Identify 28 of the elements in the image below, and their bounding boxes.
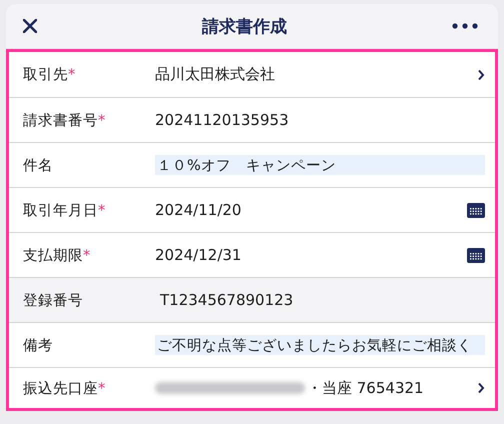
close-icon[interactable]	[23, 19, 37, 33]
calendar-icon[interactable]	[467, 202, 485, 218]
field-label: 取引先*	[23, 66, 76, 84]
field-value: 2024/12/31	[155, 246, 242, 264]
field-label: 取引年月日*	[23, 202, 106, 220]
calendar-icon[interactable]	[467, 248, 485, 262]
chevron-icon[interactable]	[477, 382, 485, 394]
more-icon[interactable]	[452, 23, 478, 29]
chevron-icon[interactable]	[477, 68, 485, 80]
input-field[interactable]: １０%オフ キャンペーン	[155, 155, 485, 175]
field-label: 請求書番号*	[23, 112, 106, 130]
field-value: 20241120135953	[155, 111, 289, 129]
required-mark: *	[98, 380, 106, 396]
field-label: 支払期限*	[23, 246, 92, 264]
field-label: 登録番号	[23, 292, 84, 310]
field-label: 備考	[23, 336, 54, 354]
field-value: T1234567890123	[159, 291, 294, 309]
required-mark: *	[83, 248, 90, 264]
input-field[interactable]: ご不明な点等ございましたらお気軽にご相談く	[155, 335, 485, 355]
field-label: 振込先口座*	[23, 380, 106, 398]
required-mark: *	[98, 112, 106, 128]
screen-title: 請求書作成	[200, 16, 288, 38]
field-value[interactable]: 品川太田株式会社	[155, 65, 275, 84]
required-mark: *	[68, 67, 76, 83]
field-value[interactable]: ・当座 7654321	[307, 378, 424, 398]
required-mark: *	[98, 202, 106, 218]
field-value: 2024/11/20	[155, 201, 242, 219]
field-label: 件名	[23, 156, 54, 174]
